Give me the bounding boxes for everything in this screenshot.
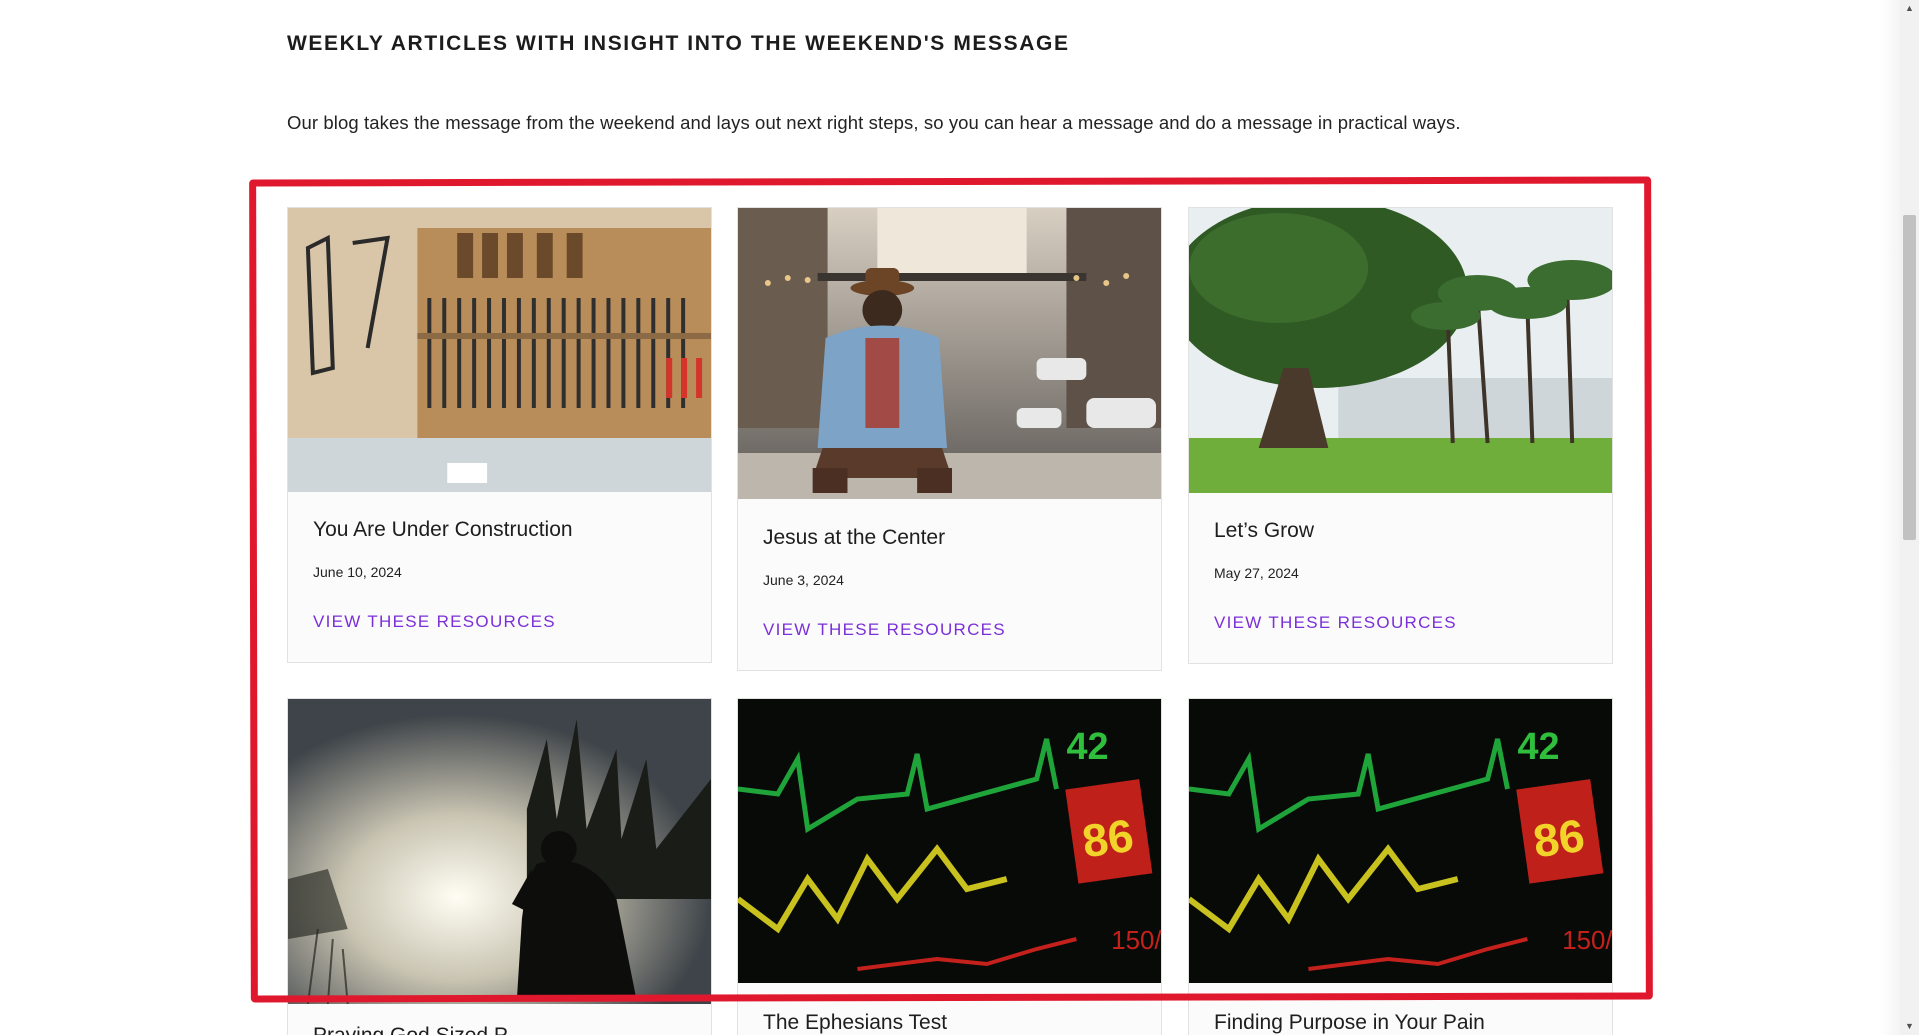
monitor-bp: 150/: [1111, 927, 1161, 955]
card-date: June 10, 2024: [313, 564, 402, 580]
scroll-up-icon[interactable]: ▲: [1900, 0, 1919, 17]
view-resources-link[interactable]: VIEW THESE RESOURCES: [313, 612, 556, 632]
monitor-bp: 150/: [1562, 927, 1612, 955]
card-title[interactable]: The Ephesians Test: [763, 1011, 947, 1035]
man-sitting-city-street-image[interactable]: [738, 208, 1161, 499]
card-date: June 3, 2024: [763, 572, 844, 588]
section-heading: WEEKLY ARTICLES WITH INSIGHT INTO THE WE…: [287, 32, 1070, 55]
monitor-bpm: 42: [1517, 726, 1559, 768]
monitor-value: 86: [1530, 809, 1588, 868]
page-edge: [1880, 0, 1900, 1035]
article-card[interactable]: Praying God Sized P...: [287, 698, 712, 1035]
article-card[interactable]: Jesus at the Center June 3, 2024 VIEW TH…: [737, 207, 1162, 671]
section-intro: Our blog takes the message from the week…: [287, 112, 1461, 133]
view-resources-link[interactable]: VIEW THESE RESOURCES: [1214, 613, 1457, 633]
monitor-bpm: 42: [1066, 726, 1108, 768]
article-card[interactable]: 86 42 150/ Finding Purpose in Your Pain: [1188, 698, 1613, 1035]
view-resources-link[interactable]: VIEW THESE RESOURCES: [763, 620, 1006, 640]
heart-monitor-image[interactable]: 86 42 150/: [738, 699, 1161, 983]
tools-on-wall-image[interactable]: [288, 208, 711, 492]
article-card[interactable]: 86 42 150/ The Ephesians Test: [737, 698, 1162, 1035]
monitor-value: 86: [1079, 809, 1137, 868]
page: WEEKLY ARTICLES WITH INSIGHT INTO THE WE…: [0, 0, 1900, 1035]
heart-monitor-image[interactable]: 86 42 150/: [1189, 699, 1612, 983]
scroll-down-icon[interactable]: ▼: [1900, 1018, 1919, 1035]
scrollbar-thumb[interactable]: [1903, 215, 1916, 540]
silhouette-praying-fog-image[interactable]: [288, 699, 711, 1004]
card-title[interactable]: Praying God Sized P...: [313, 1024, 523, 1035]
vertical-scrollbar[interactable]: ▲ ▼: [1900, 0, 1919, 1035]
tree-and-palms-park-image[interactable]: [1189, 208, 1612, 493]
card-title[interactable]: You Are Under Construction: [313, 518, 573, 542]
card-title[interactable]: Finding Purpose in Your Pain: [1214, 1011, 1485, 1035]
article-card[interactable]: You Are Under Construction June 10, 2024…: [287, 207, 712, 663]
card-date: May 27, 2024: [1214, 565, 1299, 581]
card-title[interactable]: Jesus at the Center: [763, 526, 945, 550]
card-title[interactable]: Let’s Grow: [1214, 519, 1314, 543]
article-card[interactable]: Let’s Grow May 27, 2024 VIEW THESE RESOU…: [1188, 207, 1613, 664]
